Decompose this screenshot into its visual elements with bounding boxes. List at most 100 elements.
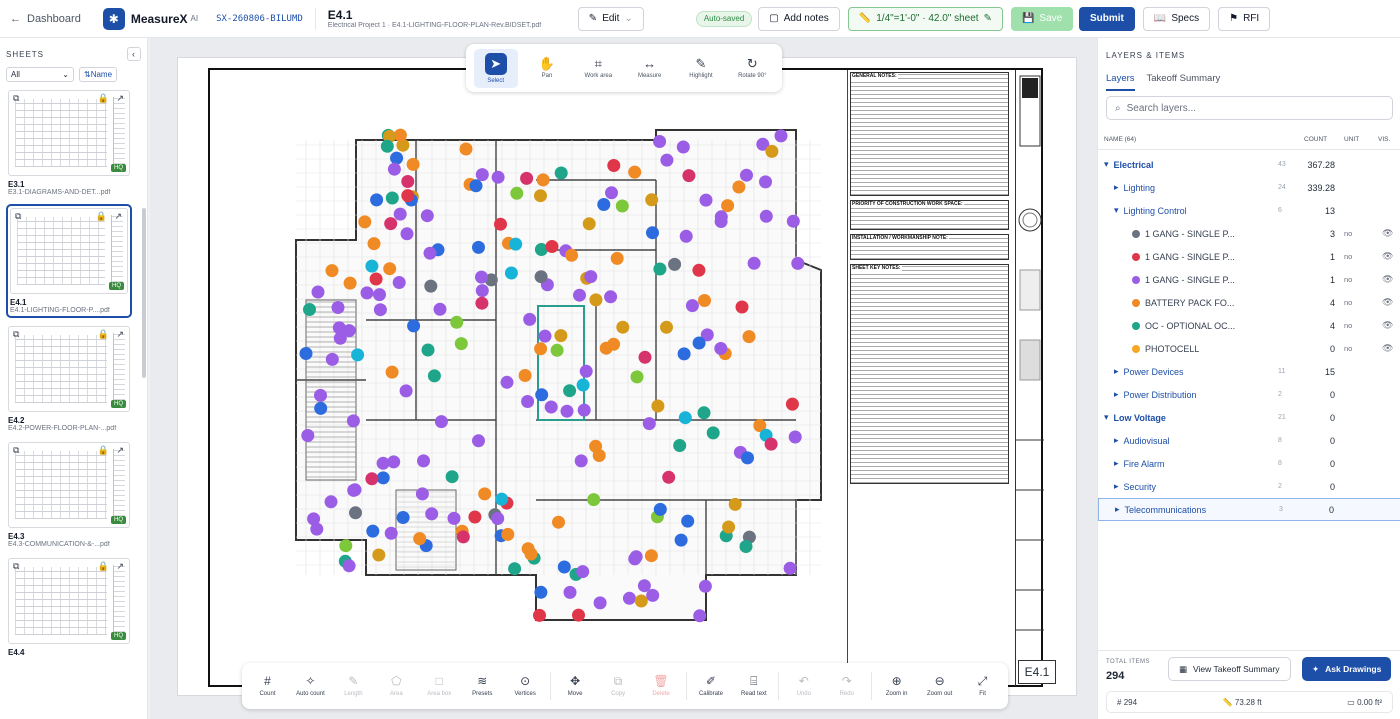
- tool-trash[interactable]: 🗑 Delete: [640, 675, 683, 697]
- copy-icon[interactable]: ⧉: [15, 211, 21, 222]
- sheet-item[interactable]: ⧉ 🔒 ↗ HQ E4.1 E4.1-LIGHTING-FLOOR-P....pdf: [6, 204, 132, 318]
- edit-dropdown[interactable]: ✎ Edit ⌄: [577, 6, 644, 31]
- sheet-filter-select[interactable]: All ⌄: [6, 67, 74, 82]
- caret-right-icon[interactable]: ▸: [1115, 504, 1120, 515]
- col-count[interactable]: COUNT: [1304, 136, 1327, 143]
- tab-layers[interactable]: Layers: [1106, 73, 1135, 91]
- tool-hash[interactable]: # Count: [246, 675, 289, 697]
- tool-scan-text[interactable]: ⌸ Read text: [732, 675, 775, 697]
- layer-row[interactable]: OC - OPTIONAL OC... 4 no 👁: [1098, 314, 1400, 337]
- sheet-thumbnail[interactable]: ⧉ 🔒 ↗ HQ: [8, 90, 130, 176]
- external-link-icon[interactable]: ↗: [116, 561, 124, 572]
- eye-icon[interactable]: 👁: [1382, 320, 1393, 331]
- layer-row[interactable]: ▾ Lighting Control 6 13: [1098, 199, 1400, 222]
- eye-icon[interactable]: 👁: [1382, 274, 1393, 285]
- tool-copy[interactable]: ⧉ Copy: [597, 675, 640, 697]
- tool-crop[interactable]: ⌗ Work area: [576, 57, 620, 79]
- layer-row[interactable]: ▾ Electrical 43 367.28: [1098, 153, 1400, 176]
- layer-row[interactable]: ▸ Fire Alarm 8 0: [1098, 452, 1400, 475]
- copy-icon[interactable]: ⧉: [13, 93, 19, 104]
- ask-drawings-button[interactable]: ✦ Ask Drawings: [1302, 657, 1392, 681]
- tool-hand[interactable]: ✋ Pan: [525, 57, 569, 79]
- tool-undo[interactable]: ↶ Undo: [782, 675, 825, 697]
- copy-icon[interactable]: ⧉: [13, 445, 19, 456]
- external-link-icon[interactable]: ↗: [116, 329, 124, 340]
- save-button[interactable]: 💾 Save: [1010, 6, 1073, 31]
- tool-sparkle[interactable]: ✧ Auto count: [289, 675, 332, 697]
- eye-icon[interactable]: 👁: [1382, 343, 1393, 354]
- lock-icon[interactable]: 🔒: [98, 445, 109, 456]
- layer-row[interactable]: ▾ Low Voltage 21 0: [1098, 406, 1400, 429]
- caret-down-icon[interactable]: ▾: [1114, 205, 1119, 216]
- sheet-item[interactable]: ⧉ 🔒 ↗ HQ E4.3 E4.3-COMMUNICATION-&-...pdf: [6, 440, 132, 550]
- tool-rotate[interactable]: ↻ Rotate 90°: [730, 57, 774, 79]
- floor-plan[interactable]: [236, 120, 832, 640]
- tool-calibrate[interactable]: ✐ Calibrate: [689, 675, 732, 697]
- back-to-dashboard[interactable]: ← Dashboard: [10, 13, 81, 25]
- tool-layers[interactable]: ≋ Presets: [461, 675, 504, 697]
- caret-down-icon[interactable]: ▾: [1104, 412, 1109, 423]
- scale-button[interactable]: 📏 1/4"=1'-0" · 42.0" sheet ✎: [847, 6, 1003, 31]
- tool-vertex[interactable]: ⊙ Vertices: [504, 675, 547, 697]
- sheet-list-scrollbar[interactable]: [142, 208, 146, 378]
- sheet-thumbnail[interactable]: ⧉ 🔒 ↗ HQ: [10, 208, 128, 294]
- collapse-icon[interactable]: ‹: [127, 47, 141, 61]
- sheet-thumbnail[interactable]: ⧉ 🔒 ↗ HQ: [8, 326, 130, 412]
- layer-row[interactable]: ▸ Power Distribution 2 0: [1098, 383, 1400, 406]
- layer-row[interactable]: ▸ Audiovisual 8 0: [1098, 429, 1400, 452]
- rfi-button[interactable]: ⚑ RFI: [1218, 6, 1271, 31]
- eye-icon[interactable]: 👁: [1382, 228, 1393, 239]
- col-unit[interactable]: UNIT: [1344, 136, 1359, 143]
- caret-right-icon[interactable]: ▸: [1114, 481, 1119, 492]
- external-link-icon[interactable]: ↗: [116, 445, 124, 456]
- caret-right-icon[interactable]: ▸: [1114, 182, 1119, 193]
- layer-row[interactable]: 1 GANG - SINGLE P... 1 no 👁: [1098, 268, 1400, 291]
- sheet-item[interactable]: ⧉ 🔒 ↗ HQ E3.1 E3.1-DIAGRAMS-AND-DET...pdf: [6, 88, 132, 198]
- layer-row[interactable]: ▸ Power Devices 11 15: [1098, 360, 1400, 383]
- caret-right-icon[interactable]: ▸: [1114, 458, 1119, 469]
- tool-cursor[interactable]: ➤ Select: [473, 48, 518, 88]
- add-notes-button[interactable]: ▢ Add notes: [758, 6, 840, 31]
- layer-row[interactable]: PHOTOCELL 0 no 👁: [1098, 337, 1400, 360]
- tool-zoom-in[interactable]: ⊕ Zoom in: [875, 675, 918, 697]
- eye-icon[interactable]: 👁: [1382, 297, 1393, 308]
- layer-row[interactable]: BATTERY PACK FO... 4 no 👁: [1098, 291, 1400, 314]
- col-name[interactable]: NAME (64): [1104, 136, 1136, 143]
- caret-right-icon[interactable]: ▸: [1114, 389, 1119, 400]
- caret-down-icon[interactable]: ▾: [1104, 159, 1109, 170]
- layer-row[interactable]: 1 GANG - SINGLE P... 3 no 👁: [1098, 222, 1400, 245]
- layer-row[interactable]: ▸ Lighting 24 339.28: [1098, 176, 1400, 199]
- tool-redo[interactable]: ↷ Redo: [825, 675, 868, 697]
- layer-row[interactable]: 1 GANG - SINGLE P... 1 no 👁: [1098, 245, 1400, 268]
- tool-pentagon[interactable]: ⬠ Area: [375, 675, 418, 697]
- col-visibility[interactable]: VIS.: [1378, 136, 1390, 143]
- sheet-thumbnail[interactable]: ⧉ 🔒 ↗ HQ: [8, 442, 130, 528]
- sheet-thumbnail[interactable]: ⧉ 🔒 ↗ HQ: [8, 558, 130, 644]
- copy-icon[interactable]: ⧉: [13, 329, 19, 340]
- lock-icon[interactable]: 🔒: [98, 93, 109, 104]
- view-takeoff-summary-button[interactable]: ▦ View Takeoff Summary: [1168, 657, 1291, 681]
- specs-button[interactable]: 📖 Specs: [1142, 6, 1211, 31]
- project-code[interactable]: SX-260806-BILUMD: [216, 14, 303, 24]
- sort-by-name-button[interactable]: ⇅ Name: [79, 67, 118, 82]
- submit-button[interactable]: Submit: [1078, 6, 1135, 31]
- sheet-item[interactable]: ⧉ 🔒 ↗ HQ E4.4: [6, 556, 132, 659]
- tool-measure[interactable]: ↔ Measure: [628, 57, 672, 79]
- tool-square[interactable]: □ Area box: [418, 675, 461, 697]
- tool-fit[interactable]: ⤢ Fit: [961, 675, 1004, 697]
- caret-right-icon[interactable]: ▸: [1114, 366, 1119, 377]
- lock-icon[interactable]: 🔒: [96, 211, 107, 222]
- sheet-item[interactable]: ⧉ 🔒 ↗ HQ E4.2 E4.2-POWER-FLOOR-PLAN-...pdf: [6, 324, 132, 434]
- layer-row[interactable]: ▸ Security 2 0: [1098, 475, 1400, 498]
- caret-right-icon[interactable]: ▸: [1114, 435, 1119, 446]
- tool-highlighter[interactable]: ✎ Highlight: [679, 57, 723, 79]
- tool-pencil[interactable]: ✎ Length: [332, 675, 375, 697]
- tab-takeoff-summary[interactable]: Takeoff Summary: [1147, 73, 1221, 91]
- eye-icon[interactable]: 👁: [1382, 251, 1393, 262]
- tool-move[interactable]: ✥ Move: [554, 675, 597, 697]
- lock-icon[interactable]: 🔒: [98, 561, 109, 572]
- external-link-icon[interactable]: ↗: [114, 211, 122, 222]
- search-layers-input[interactable]: ⌕ Search layers...: [1106, 96, 1393, 120]
- external-link-icon[interactable]: ↗: [116, 93, 124, 104]
- tool-zoom-out[interactable]: ⊖ Zoom out: [918, 675, 961, 697]
